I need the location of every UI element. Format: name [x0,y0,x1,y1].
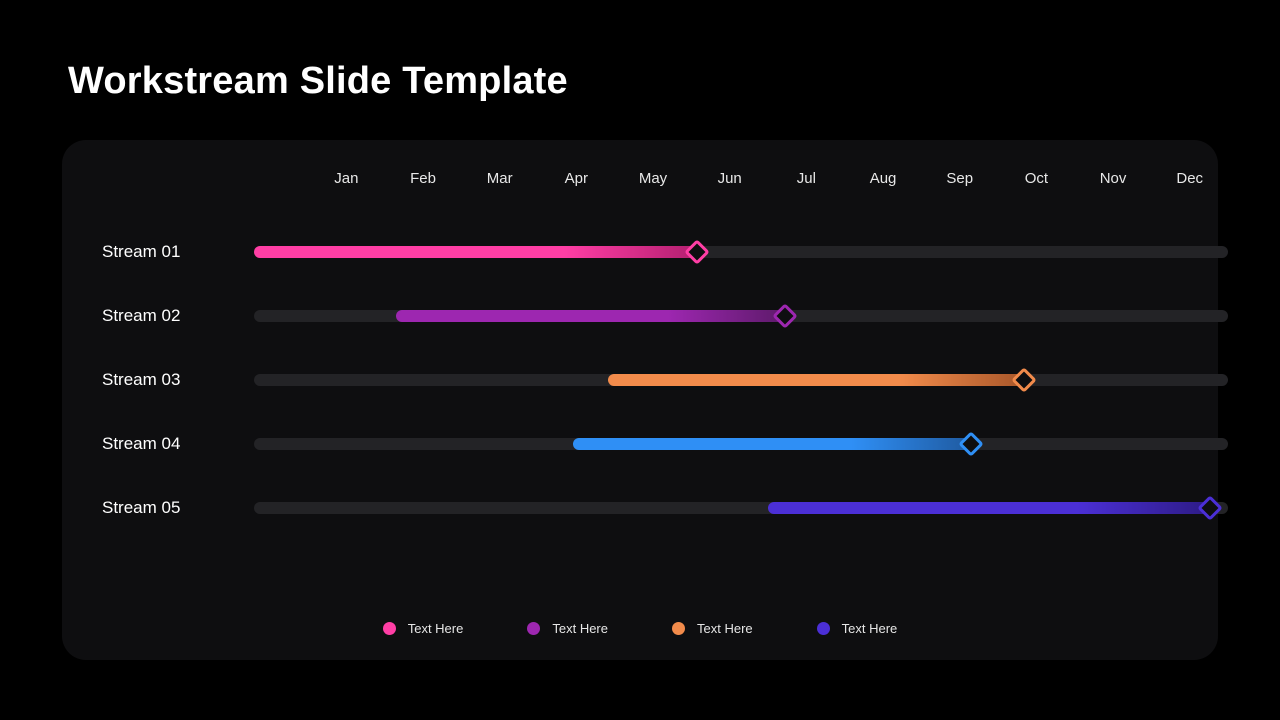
month-label: Aug [845,170,922,200]
chart-panel: JanFebMarAprMayJunJulAugSepOctNovDec Str… [62,140,1218,660]
legend: Text Here Text Here Text Here Text Here [62,621,1218,636]
legend-label: Text Here [697,621,753,636]
milestone-diamond-icon [1198,495,1223,520]
month-label: Jun [691,170,768,200]
legend-label: Text Here [408,621,464,636]
track [254,246,1228,258]
row-label: Stream 05 [102,498,252,518]
progress-bar [396,310,786,322]
row-label: Stream 01 [102,242,252,262]
month-label: Apr [538,170,615,200]
month-label: Jul [768,170,845,200]
legend-dot-icon [672,622,685,635]
row-label: Stream 04 [102,434,252,454]
legend-dot-icon [817,622,830,635]
progress-bar [254,246,697,258]
progress-bar [768,502,1211,514]
gantt-row: Stream 02 [62,300,1218,364]
track [254,438,1228,450]
gantt-row: Stream 05 [62,492,1218,556]
gantt-rows: Stream 01 Stream 02 Stream 03 Stream 04 Stre… [62,236,1218,556]
progress-bar [573,438,971,450]
row-label: Stream 03 [102,370,252,390]
row-label: Stream 02 [102,306,252,326]
milestone-diamond-icon [684,239,709,264]
milestone-diamond-icon [1012,367,1037,392]
slide: Workstream Slide Template JanFebMarAprMa… [0,0,1280,720]
month-axis: JanFebMarAprMayJunJulAugSepOctNovDec [308,170,1228,200]
month-label: Nov [1075,170,1152,200]
gantt-row: Stream 04 [62,428,1218,492]
gantt-row: Stream 03 [62,364,1218,428]
month-label: Feb [385,170,462,200]
legend-dot-icon [383,622,396,635]
month-label: Sep [921,170,998,200]
progress-bar [608,374,1024,386]
legend-label: Text Here [842,621,898,636]
track [254,374,1228,386]
gantt-row: Stream 01 [62,236,1218,300]
legend-item: Text Here [383,621,464,636]
month-label: May [615,170,692,200]
legend-item: Text Here [527,621,608,636]
milestone-diamond-icon [773,303,798,328]
track [254,502,1228,514]
legend-dot-icon [527,622,540,635]
month-label: Mar [461,170,538,200]
legend-item: Text Here [672,621,753,636]
month-label: Dec [1151,170,1228,200]
milestone-diamond-icon [958,431,983,456]
legend-label: Text Here [552,621,608,636]
month-label: Jan [308,170,385,200]
month-label: Oct [998,170,1075,200]
legend-item: Text Here [817,621,898,636]
track [254,310,1228,322]
page-title: Workstream Slide Template [68,60,568,103]
